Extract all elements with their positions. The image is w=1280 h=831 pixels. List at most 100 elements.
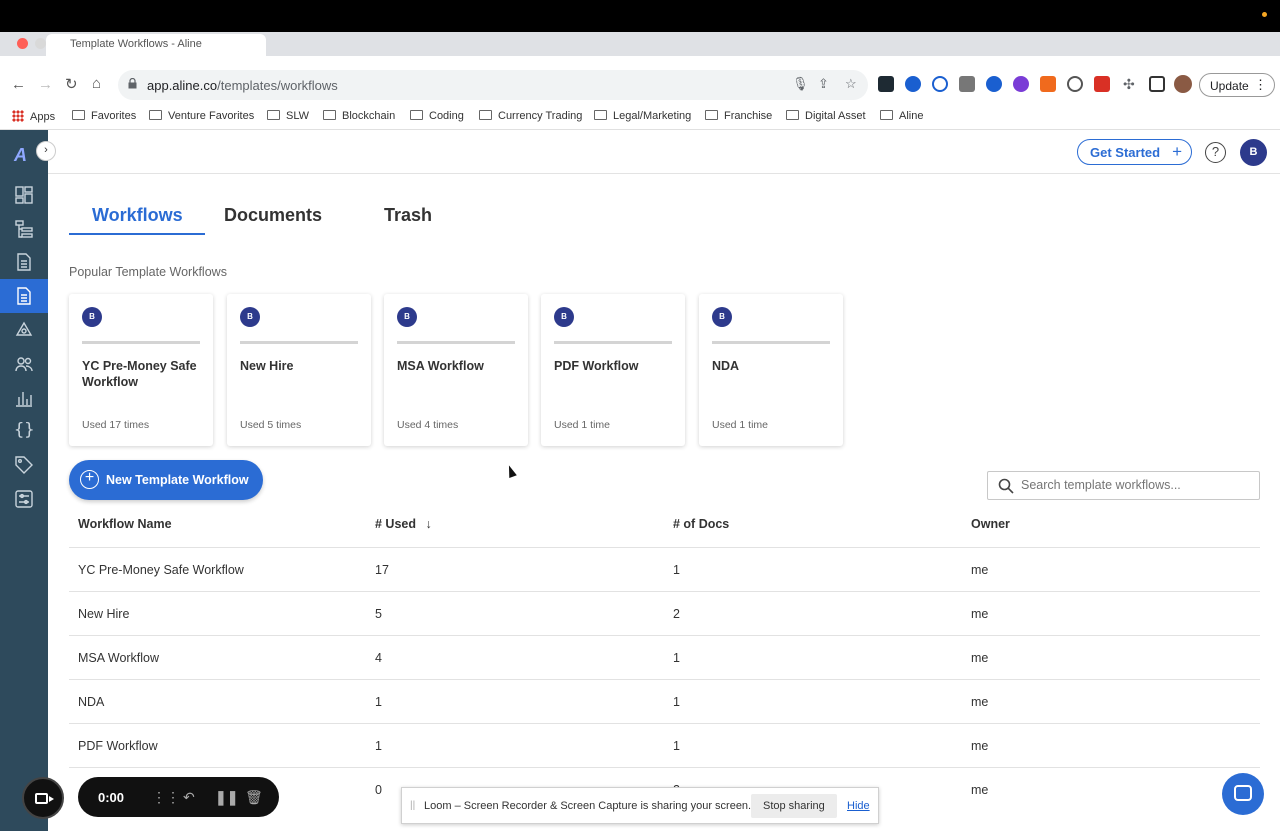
document-icon[interactable]	[14, 252, 34, 272]
recycle-icon[interactable]	[14, 320, 34, 340]
card-title: YC Pre-Money Safe Workflow	[82, 359, 197, 389]
extension-badge-icon[interactable]	[1040, 76, 1056, 92]
search-icon	[998, 478, 1014, 494]
popular-card[interactable]: B New Hire Used 5 times	[227, 294, 371, 446]
pause-icon[interactable]: ❚❚	[215, 789, 238, 806]
header-divider-line	[69, 547, 1260, 548]
column-header-used[interactable]: # Used ↓	[375, 517, 432, 531]
loom-camera-button[interactable]	[22, 777, 64, 819]
card-title: New Hire	[240, 359, 294, 373]
search-input[interactable]	[1021, 478, 1251, 492]
help-icon[interactable]: ?	[1205, 142, 1226, 163]
close-window-button[interactable]	[17, 38, 28, 49]
users-icon[interactable]	[14, 354, 34, 374]
extension-1password-icon[interactable]	[932, 76, 948, 92]
bookmark-aline[interactable]: Aline	[880, 110, 923, 122]
popular-card[interactable]: B YC Pre-Money Safe Workflow Used 17 tim…	[69, 294, 213, 446]
card-avatar: B	[397, 307, 417, 327]
bookmarks-bar: Apps Favorites Venture Favorites SLW Blo…	[0, 102, 1280, 130]
bookmark-slw[interactable]: SLW	[267, 110, 309, 122]
search-box[interactable]	[987, 471, 1260, 500]
home-icon[interactable]: ⌂	[92, 76, 101, 91]
row-divider	[69, 635, 1260, 636]
address-bar[interactable]: app.aline.co/templates/workflows	[118, 70, 868, 100]
bookmark-label: Coding	[429, 110, 464, 122]
bookmark-digital-asset[interactable]: Digital Asset	[786, 110, 866, 122]
column-header-owner[interactable]: Owner	[971, 517, 1010, 531]
cell-owner: me	[971, 563, 989, 577]
code-braces-icon[interactable]: {}	[14, 420, 34, 440]
extension-zoom-icon[interactable]	[905, 76, 921, 92]
settings-sliders-icon[interactable]	[14, 489, 34, 509]
bookmark-label: Venture Favorites	[168, 110, 255, 122]
browser-tab[interactable]: Template Workflows - Aline	[46, 34, 266, 56]
user-avatar[interactable]: B	[1240, 139, 1267, 166]
hide-link[interactable]: Hide	[847, 800, 870, 812]
reload-icon[interactable]: ↻	[65, 77, 78, 92]
share-icon[interactable]: ⇪	[818, 77, 829, 90]
trash-icon[interactable]: 🗑	[245, 789, 263, 806]
hierarchy-icon[interactable]	[14, 219, 34, 239]
more-icon: ⋮	[1254, 77, 1267, 92]
card-used-count: Used 17 times	[82, 419, 150, 431]
extension-gear-icon[interactable]	[1013, 76, 1029, 92]
update-button[interactable]: Update ⋮	[1199, 73, 1275, 97]
aline-logo-icon[interactable]: A	[14, 145, 27, 166]
back-icon[interactable]: ←	[11, 77, 26, 92]
bookmark-label: Favorites	[91, 110, 137, 122]
folder-icon	[594, 110, 607, 120]
cell-workflow-name: NDA	[78, 695, 105, 709]
extension-pdf-icon[interactable]	[1094, 76, 1110, 92]
stop-sharing-button[interactable]: Stop sharing	[751, 794, 837, 818]
card-used-count: Used 4 times	[397, 419, 459, 431]
minimize-window-button[interactable]	[35, 38, 46, 49]
folder-icon	[705, 110, 718, 120]
popular-card[interactable]: B PDF Workflow Used 1 time	[541, 294, 685, 446]
extension-react-icon[interactable]	[878, 76, 894, 92]
update-label: Update	[1210, 79, 1249, 93]
microphone-icon[interactable]: 🎙	[792, 77, 809, 90]
tab-trash[interactable]: Trash	[384, 205, 432, 226]
extension-screenshot-icon[interactable]	[959, 76, 975, 92]
bookmark-franchise[interactable]: Franchise	[705, 110, 772, 122]
tag-icon[interactable]	[14, 455, 34, 475]
card-used-count: Used 1 time	[712, 419, 769, 431]
undo-icon[interactable]: ↶	[183, 789, 195, 806]
sidepanel-icon[interactable]	[1149, 76, 1165, 92]
bookmark-coding[interactable]: Coding	[410, 110, 464, 122]
cell-used: 1	[375, 739, 382, 753]
row-divider	[69, 723, 1260, 724]
bar-chart-icon[interactable]	[14, 388, 34, 408]
drag-handle-icon[interactable]: ||	[410, 800, 415, 811]
column-header-docs[interactable]: # of Docs	[673, 517, 729, 531]
bookmark-currency-trading[interactable]: Currency Trading	[479, 110, 582, 122]
extension-a-icon[interactable]	[1067, 76, 1083, 92]
sidebar-expand-chevron-icon[interactable]: ›	[36, 141, 56, 161]
card-title: PDF Workflow	[554, 359, 639, 373]
new-template-workflow-button[interactable]: + New Template Workflow	[69, 460, 263, 500]
popular-card[interactable]: B NDA Used 1 time	[699, 294, 843, 446]
bookmark-star-icon[interactable]: ☆	[845, 77, 857, 90]
chat-support-button[interactable]	[1222, 773, 1264, 815]
bookmark-legal-marketing[interactable]: Legal/Marketing	[594, 110, 691, 122]
header-divider	[48, 173, 1280, 174]
profile-avatar[interactable]	[1174, 75, 1192, 93]
cell-owner: me	[971, 783, 989, 797]
bookmark-favorites[interactable]: Favorites	[72, 110, 136, 122]
apps-grid-icon	[12, 110, 24, 122]
extensions-puzzle-icon[interactable]: ✣	[1123, 77, 1135, 91]
extension-messenger-icon[interactable]	[986, 76, 1002, 92]
bookmark-blockchain[interactable]: Blockchain	[323, 110, 395, 122]
drawing-grid-icon[interactable]: ⋮⋮	[152, 789, 180, 806]
folder-icon	[786, 110, 799, 120]
popular-card[interactable]: B MSA Workflow Used 4 times	[384, 294, 528, 446]
templates-icon[interactable]	[14, 286, 34, 306]
get-started-button[interactable]: Get Started +	[1077, 139, 1192, 165]
column-header-workflow-name[interactable]: Workflow Name	[78, 517, 172, 531]
tab-workflows[interactable]: Workflows	[92, 205, 183, 226]
bookmark-venture-favorites[interactable]: Venture Favorites	[149, 110, 254, 122]
dashboard-icon[interactable]	[14, 185, 34, 205]
forward-icon[interactable]: →	[38, 77, 53, 92]
tab-documents[interactable]: Documents	[224, 205, 322, 226]
bookmark-apps[interactable]: Apps	[12, 110, 55, 123]
